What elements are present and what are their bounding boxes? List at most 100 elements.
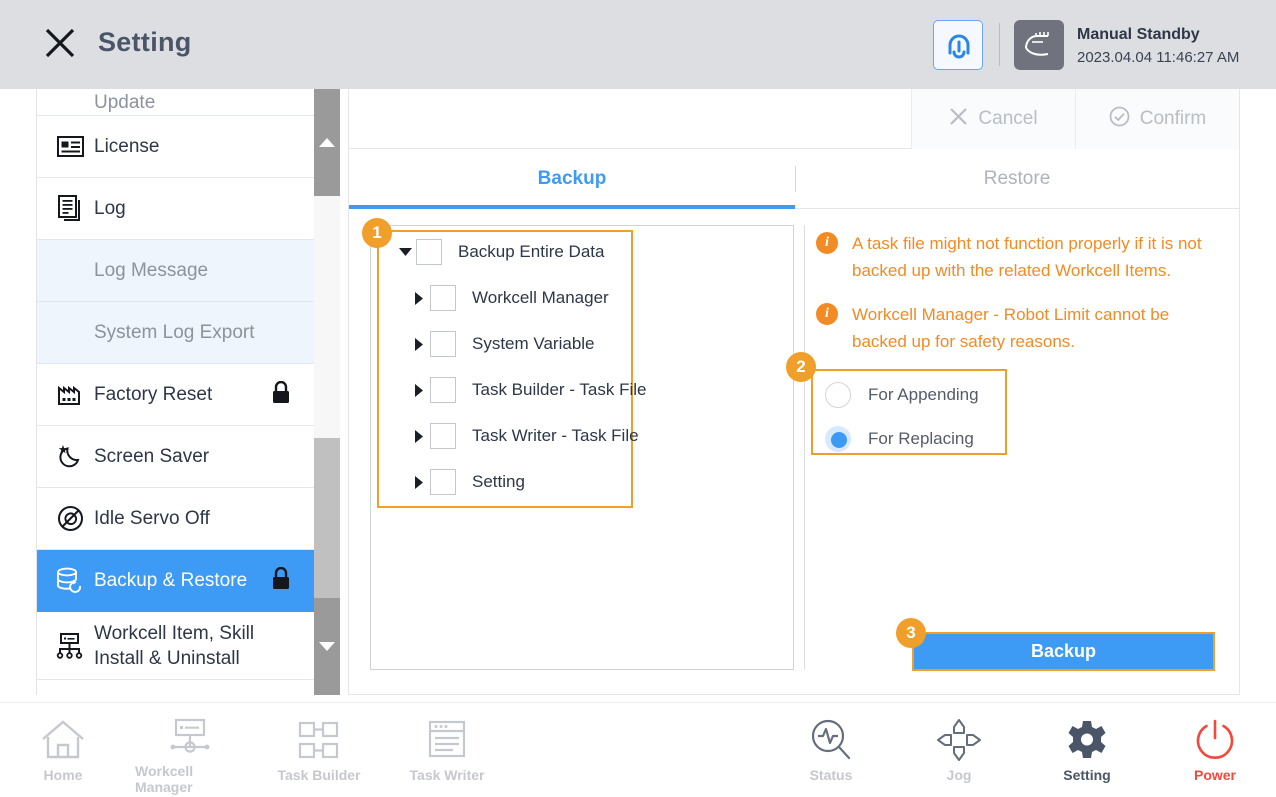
chevron-right-icon[interactable] xyxy=(408,291,430,305)
info-note: i A task file might not function properl… xyxy=(816,230,1216,284)
sidebar-item-label: Log Message xyxy=(94,260,209,281)
sidebar-item-workcell-item-skill[interactable]: Workcell Item, Skill Install & Uninstall xyxy=(37,612,314,680)
tree-row[interactable]: Backup Entire Data xyxy=(394,237,604,267)
status-scope-icon xyxy=(809,717,853,763)
cancel-button[interactable]: Cancel xyxy=(911,89,1075,149)
sidebar-item-update[interactable]: Update xyxy=(37,89,314,116)
gear-icon xyxy=(1066,717,1108,763)
step-badge-1: 1 xyxy=(362,218,392,248)
panel-vertical-separator xyxy=(804,225,805,670)
scroll-down-arrow-icon[interactable] xyxy=(314,598,340,695)
tree-row-label: Workcell Manager xyxy=(472,288,609,307)
sidebar-item-log[interactable]: Log xyxy=(37,178,314,240)
checkbox[interactable] xyxy=(430,331,456,357)
radio-label: For Replacing xyxy=(868,429,974,448)
tree-row[interactable]: Task Writer - Task File xyxy=(408,421,639,451)
chevron-right-icon[interactable] xyxy=(408,383,430,397)
sidebar-item-screen-saver[interactable]: Screen Saver xyxy=(37,426,314,488)
factory-icon xyxy=(55,380,85,410)
info-note-text: Workcell Manager - Robot Limit cannot be… xyxy=(852,305,1170,351)
close-icon[interactable] xyxy=(40,23,80,63)
state-timestamp: 2023.04.04 11:46:27 AM xyxy=(1077,49,1240,66)
manual-hand-icon xyxy=(1014,20,1064,70)
checkbox[interactable] xyxy=(430,285,456,311)
sidebar-item-idle-servo-off[interactable]: Idle Servo Off xyxy=(37,488,314,550)
backup-button[interactable]: Backup xyxy=(912,632,1215,671)
checkbox[interactable] xyxy=(416,239,442,265)
nav-home[interactable]: Home xyxy=(8,717,118,793)
sidebar-item-log-message[interactable]: Log Message xyxy=(37,240,314,302)
task-builder-icon xyxy=(298,717,340,763)
nav-setting[interactable]: Setting xyxy=(1032,717,1142,793)
tab-separator xyxy=(795,166,796,192)
cancel-button-label: Cancel xyxy=(978,108,1038,129)
nav-label: Task Writer xyxy=(409,767,485,783)
nav-power[interactable]: Power xyxy=(1160,717,1270,793)
lock-icon xyxy=(271,566,291,595)
chevron-right-icon[interactable] xyxy=(408,475,430,489)
sidebar-scrollbar[interactable] xyxy=(314,89,340,695)
checkbox[interactable] xyxy=(430,377,456,403)
nav-label: Home xyxy=(43,767,83,783)
servo-off-icon xyxy=(55,504,85,534)
nav-label: Setting xyxy=(1063,767,1111,783)
jog-arrows-icon xyxy=(936,717,982,763)
power-icon xyxy=(1193,717,1237,763)
tab-restore[interactable]: Restore xyxy=(795,150,1239,208)
check-circle-icon xyxy=(1109,106,1130,132)
nav-task-writer[interactable]: Task Writer xyxy=(392,717,502,793)
tree-row[interactable]: System Variable xyxy=(408,329,595,359)
robot-home-icon[interactable] xyxy=(933,20,983,70)
nav-workcell-manager[interactable]: Workcell Manager xyxy=(135,717,245,795)
tree-row[interactable]: Workcell Manager xyxy=(408,283,609,313)
tree-row-label: Task Builder - Task File xyxy=(472,380,647,399)
sidebar-item-backup-restore[interactable]: Backup & Restore xyxy=(37,550,314,612)
license-card-icon xyxy=(55,132,85,162)
tree-row-label: System Variable xyxy=(472,334,595,353)
radio-selected-icon xyxy=(825,426,851,452)
scrollbar-thumb[interactable] xyxy=(314,438,340,598)
database-restore-icon xyxy=(55,566,85,596)
chevron-right-icon[interactable] xyxy=(408,429,430,443)
backup-mode-group: For Appending For Replacing xyxy=(811,369,1007,455)
scroll-up-arrow-icon[interactable] xyxy=(314,89,340,196)
header-divider xyxy=(999,23,1000,66)
home-icon xyxy=(40,717,86,763)
chevron-right-icon[interactable] xyxy=(408,337,430,351)
tab-active-underline xyxy=(349,205,795,209)
radio-unselected-icon xyxy=(825,382,851,408)
bottom-navigation: Home Workcell Manager Task Builder Task … xyxy=(0,702,1276,797)
lock-icon xyxy=(271,380,291,409)
state-name: Manual Standby xyxy=(1077,26,1200,43)
tree-row[interactable]: Setting xyxy=(408,467,525,497)
page-title: Setting xyxy=(98,27,192,57)
tree-row-label: Setting xyxy=(472,472,525,491)
radio-for-replacing[interactable]: For Replacing xyxy=(825,424,974,454)
settings-sidebar[interactable]: Update License Log Log Message System Lo… xyxy=(36,89,314,695)
sidebar-item-factory-reset[interactable]: Factory Reset xyxy=(37,364,314,426)
task-writer-icon xyxy=(427,717,467,763)
tree-row-label: Backup Entire Data xyxy=(458,242,605,261)
app-root: Setting Manual Standby 2023.04.04 11:46:… xyxy=(0,0,1276,797)
tree-row[interactable]: Task Builder - Task File xyxy=(408,375,646,405)
tree-row-label: Task Writer - Task File xyxy=(472,426,639,445)
nav-status[interactable]: Status xyxy=(776,717,886,793)
chevron-down-icon[interactable] xyxy=(394,247,416,257)
nav-task-builder[interactable]: Task Builder xyxy=(264,717,374,793)
log-document-icon xyxy=(55,194,85,224)
info-note-text: A task file might not function properly … xyxy=(852,234,1202,280)
sidebar-item-label: System Log Export xyxy=(94,322,255,343)
nav-label: Task Builder xyxy=(277,767,361,783)
tab-backup[interactable]: Backup xyxy=(349,150,795,208)
sidebar-item-license[interactable]: License xyxy=(37,116,314,178)
confirm-button[interactable]: Confirm xyxy=(1075,89,1239,149)
info-note: i Workcell Manager - Robot Limit cannot … xyxy=(816,301,1216,355)
confirm-button-label: Confirm xyxy=(1139,108,1207,129)
checkbox[interactable] xyxy=(430,423,456,449)
radio-for-appending[interactable]: For Appending xyxy=(825,380,979,410)
nav-jog[interactable]: Jog xyxy=(904,717,1014,793)
checkbox[interactable] xyxy=(430,469,456,495)
panel-toolbar: Cancel Confirm xyxy=(349,89,1239,149)
info-icon: i xyxy=(816,303,838,325)
sidebar-item-system-log-export[interactable]: System Log Export xyxy=(37,302,314,364)
